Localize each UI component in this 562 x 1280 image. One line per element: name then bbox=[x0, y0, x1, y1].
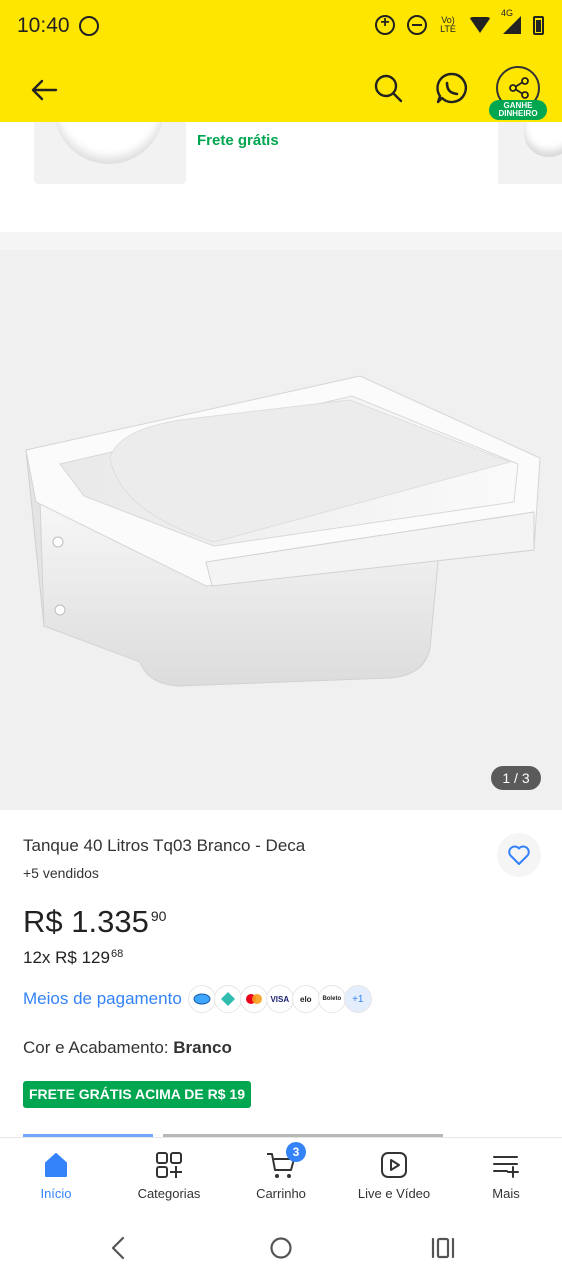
installments-cents: 68 bbox=[110, 948, 124, 960]
product-info: Tanque 40 Litros Tq03 Branco - Deca +5 v… bbox=[0, 810, 562, 1140]
related-shipping-label: Frete grátis bbox=[197, 132, 279, 149]
related-product-image[interactable] bbox=[34, 122, 186, 184]
wifi-icon bbox=[469, 17, 491, 33]
tab-label: Categorias bbox=[137, 1186, 201, 1201]
product-title: Tanque 40 Litros Tq03 Branco - Deca bbox=[23, 836, 306, 855]
tab-mais[interactable]: Mais bbox=[451, 1148, 561, 1201]
related-product-image-2[interactable] bbox=[498, 122, 562, 184]
system-navigation-bar bbox=[0, 1215, 562, 1280]
network-type: 4G bbox=[501, 8, 514, 18]
arrow-left-icon bbox=[31, 79, 58, 101]
recent-apps-icon bbox=[431, 1237, 455, 1259]
color-value: Branco bbox=[173, 1038, 232, 1057]
system-back-button[interactable] bbox=[106, 1235, 132, 1261]
price-cents: 90 bbox=[150, 908, 167, 924]
elo-icon: elo bbox=[291, 985, 320, 1013]
status-bar: 10:40 Vo) LTE 4G bbox=[0, 0, 562, 56]
tab-categorias[interactable]: Categorias bbox=[114, 1148, 224, 1201]
circle-home-icon bbox=[270, 1237, 292, 1259]
status-icons: Vo) LTE 4G bbox=[375, 8, 544, 35]
volte-icon: Vo) LTE bbox=[440, 15, 456, 34]
product-image bbox=[25, 375, 541, 687]
free-shipping-badge: FRETE GRÁTIS ACIMA DE R$ 19 bbox=[23, 1081, 251, 1108]
share-icon bbox=[509, 77, 529, 99]
pix-icon bbox=[213, 985, 242, 1013]
more-payment-methods[interactable]: +1 bbox=[343, 985, 372, 1013]
tab-label: Carrinho bbox=[256, 1186, 306, 1201]
status-time: 10:40 bbox=[17, 14, 70, 37]
home-icon bbox=[45, 1153, 67, 1177]
menu-icon bbox=[493, 1156, 519, 1178]
color-option[interactable]: Cor e Acabamento: Branco bbox=[23, 1038, 232, 1058]
installments-main: 12x R$ 129 bbox=[23, 948, 110, 967]
installments: 12x R$ 12968 bbox=[23, 948, 123, 968]
system-home-button[interactable] bbox=[268, 1235, 294, 1261]
payment-methods-link[interactable]: Meios de pagamento bbox=[23, 989, 182, 1009]
chevron-left-icon bbox=[111, 1236, 125, 1260]
back-button[interactable] bbox=[26, 72, 62, 108]
mercado-pago-icon bbox=[187, 985, 216, 1013]
whatsapp-button[interactable] bbox=[434, 70, 470, 106]
app-header: 10:40 Vo) LTE 4G bbox=[0, 0, 562, 122]
sink-thumbnail-2 bbox=[524, 122, 562, 157]
play-icon bbox=[381, 1152, 407, 1178]
system-recents-button[interactable] bbox=[430, 1235, 456, 1261]
bottom-tab-bar: Início Categorias 3 Carrinho Live e Víde… bbox=[0, 1137, 562, 1215]
tab-label: Início bbox=[40, 1186, 72, 1201]
color-label: Cor e Acabamento: bbox=[23, 1038, 169, 1057]
tab-label: Live e Vídeo bbox=[357, 1186, 431, 1201]
heart-icon bbox=[508, 845, 530, 865]
payment-methods[interactable]: Meios de pagamento VISA elo Boleto +1 bbox=[23, 984, 372, 1014]
price: R$ 1.335 90 bbox=[23, 904, 166, 940]
tab-carrinho[interactable]: 3 Carrinho bbox=[226, 1142, 336, 1201]
tab-label: Mais bbox=[492, 1186, 520, 1201]
mastercard-icon bbox=[239, 985, 268, 1013]
product-gallery[interactable]: 1 / 3 bbox=[0, 250, 562, 810]
cart-count-badge: 3 bbox=[286, 1142, 306, 1162]
product-page: 10:40 Vo) LTE 4G bbox=[0, 0, 562, 1280]
whatsapp-notification-icon bbox=[79, 16, 99, 36]
price-main: R$ 1.335 bbox=[23, 904, 149, 939]
data-saver-icon bbox=[375, 14, 395, 35]
visa-icon: VISA bbox=[265, 985, 294, 1013]
related-products-strip: Frete grátis bbox=[0, 122, 562, 232]
boleto-icon: Boleto bbox=[317, 985, 346, 1013]
signal-icon: 4G bbox=[501, 8, 521, 34]
categories-icon bbox=[156, 1152, 182, 1178]
earn-money-badge[interactable]: GANHE DINHEIRO bbox=[489, 100, 547, 120]
section-divider bbox=[0, 232, 562, 250]
favorite-button[interactable] bbox=[497, 833, 541, 877]
tab-live-video[interactable]: Live e Vídeo bbox=[339, 1148, 449, 1201]
do-not-disturb-icon bbox=[407, 15, 427, 35]
sink-thumbnail bbox=[54, 122, 164, 164]
battery-icon bbox=[533, 15, 544, 35]
sold-count: +5 vendidos bbox=[23, 865, 99, 881]
tab-inicio[interactable]: Início bbox=[1, 1148, 111, 1201]
whatsapp-icon bbox=[436, 72, 467, 104]
image-counter: 1 / 3 bbox=[491, 766, 541, 790]
search-icon bbox=[374, 74, 403, 103]
search-button[interactable] bbox=[370, 70, 406, 106]
top-nav: GANHE DINHEIRO bbox=[0, 56, 562, 122]
